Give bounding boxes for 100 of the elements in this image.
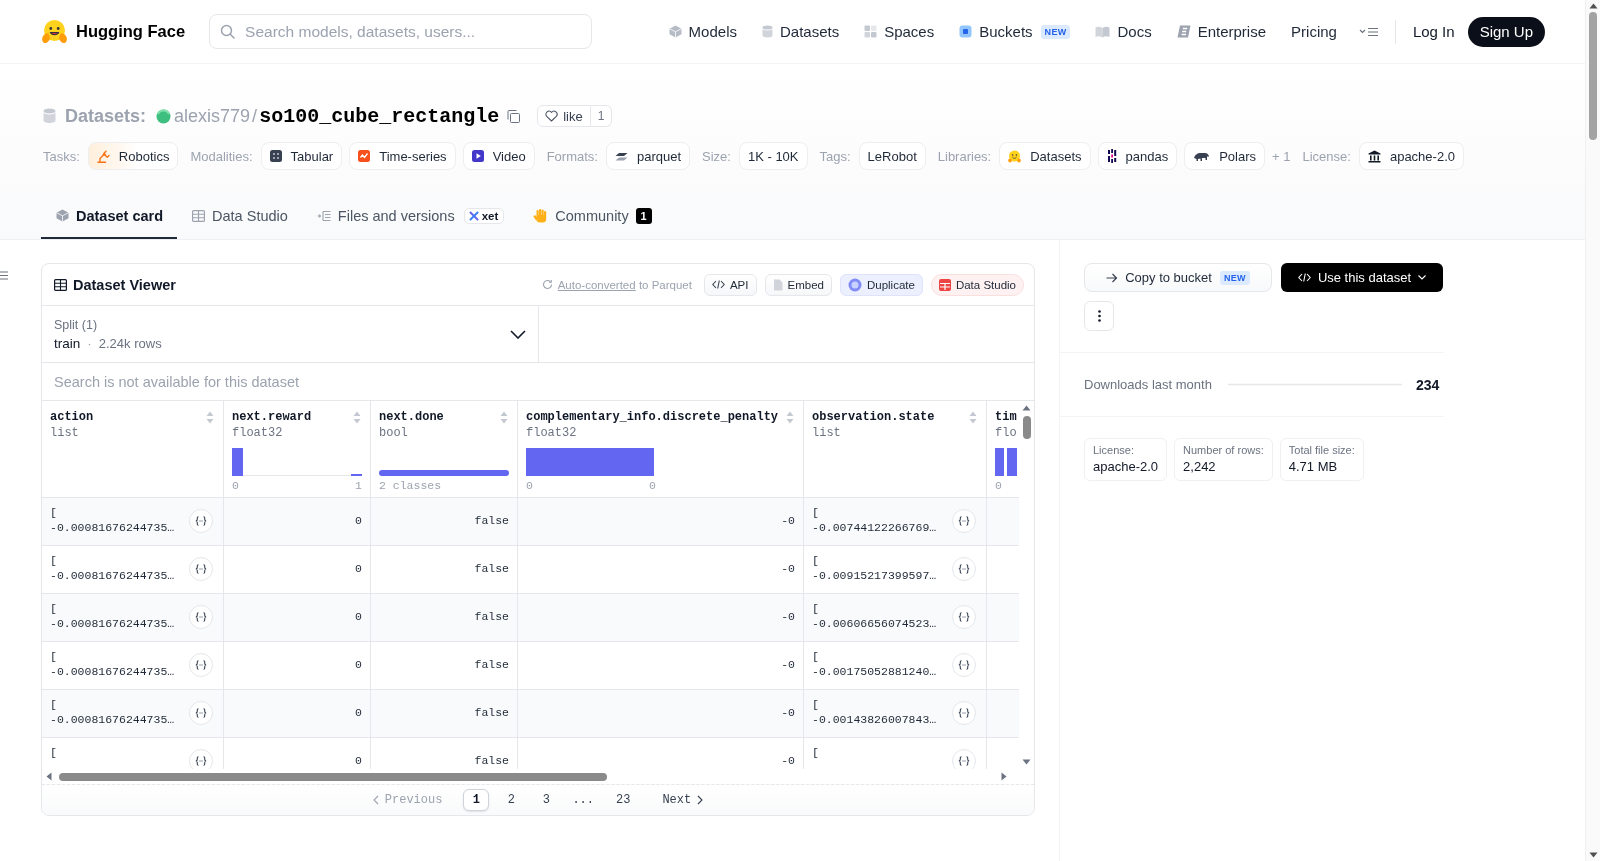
filter-tag[interactable]: Video — [462, 142, 535, 170]
table-icon — [192, 209, 206, 222]
nav-link[interactable]: Buckets NEW — [959, 23, 1071, 40]
braces-icon — [195, 660, 207, 670]
grid-squares-icon — [864, 25, 878, 38]
conversion-note: Auto-converted to Parquet — [557, 278, 692, 291]
table-cell: false — [371, 690, 518, 737]
braces-icon — [958, 516, 970, 526]
page-button[interactable]: 1 — [463, 789, 490, 811]
bars-icon — [1106, 149, 1117, 163]
scroll-up-icon — [1588, 3, 1598, 9]
info-label: License: — [1093, 444, 1135, 456]
tab[interactable]: Community 1 — [518, 194, 666, 239]
page-button[interactable]: 23 — [607, 789, 640, 811]
column-name[interactable]: next.done — [379, 409, 444, 425]
scrollbar-thumb[interactable] — [1589, 12, 1597, 140]
filter-tag[interactable]: 1K - 10K — [738, 142, 808, 170]
sign-up-button[interactable]: Sign Up — [1467, 16, 1545, 47]
scrollbar-thumb[interactable] — [1022, 416, 1031, 439]
avatar-icon — [156, 108, 172, 124]
sort-icon — [206, 410, 214, 424]
view-json-button[interactable] — [952, 653, 976, 677]
column-type: float32 — [526, 426, 577, 440]
hugging-face-icon — [41, 18, 68, 45]
table-cell: -0 — [518, 690, 804, 737]
scrollbar-thumb[interactable] — [59, 772, 607, 781]
heart-icon — [545, 110, 559, 122]
view-json-button[interactable] — [952, 749, 976, 769]
ring-icon — [847, 277, 862, 292]
view-json-button[interactable] — [952, 557, 976, 581]
like-button[interactable]: like — [537, 105, 591, 127]
table-cell-text: [ -0.00744122266769… — [812, 505, 938, 535]
filter-tag[interactable]: Tabular — [260, 142, 343, 170]
filter-tag[interactable]: pandas — [1097, 142, 1178, 170]
book-icon — [1095, 25, 1111, 38]
nav-link[interactable]: Datasets — [761, 23, 840, 40]
view-json-button[interactable] — [952, 701, 976, 725]
use-dataset-button[interactable]: Use this dataset — [1281, 263, 1443, 292]
tab[interactable]: Files and versions xet — [301, 194, 519, 239]
scroll-down-icon — [1022, 759, 1031, 765]
view-json-button[interactable] — [189, 509, 213, 533]
scroll-left-icon — [46, 772, 52, 781]
path-separator: / — [252, 105, 258, 127]
table-cell: 0 — [224, 642, 371, 689]
nav-link[interactable]: Pricing — [1291, 23, 1337, 40]
brand-name[interactable]: Hugging Face — [76, 22, 186, 41]
scroll-up-icon — [1022, 405, 1031, 411]
nav-link[interactable]: Spaces — [864, 23, 935, 40]
view-json-button[interactable] — [189, 749, 213, 769]
robot-arm-icon — [96, 149, 110, 163]
copy-to-bucket-button[interactable]: Copy to bucket NEW — [1084, 263, 1272, 292]
filter-tag[interactable]: Datasets — [999, 142, 1091, 170]
bear-icon — [1193, 151, 1211, 161]
view-json-button[interactable] — [952, 509, 976, 533]
page-button[interactable]: 3 — [533, 789, 560, 811]
nav-link[interactable]: Models — [668, 23, 737, 40]
filter-tag[interactable]: Robotics — [87, 142, 179, 170]
column-name[interactable]: next.reward — [232, 409, 312, 425]
viewer-action-button[interactable]: Duplicate — [839, 273, 923, 296]
slanted-tile-icon — [1176, 25, 1191, 38]
view-json-button[interactable] — [952, 605, 976, 629]
page-button[interactable]: 2 — [498, 789, 525, 811]
viewer-action-button[interactable]: Data Studio — [930, 273, 1024, 296]
column-name[interactable]: complementary_info.discrete_penalty — [526, 409, 779, 425]
tab[interactable]: Data Studio — [177, 194, 302, 239]
column-name[interactable]: observation.state — [812, 409, 935, 425]
table-cell-text: [ -0.00081676244735… — [50, 505, 176, 535]
search-field[interactable]: Search models, datasets, users... — [209, 14, 593, 49]
view-json-button[interactable] — [189, 557, 213, 581]
filter-tag[interactable]: parquet — [605, 142, 691, 170]
nav-link[interactable]: Docs — [1095, 23, 1152, 40]
column-name[interactable]: action — [50, 409, 94, 425]
histogram-label: 0 — [649, 478, 656, 494]
nav-link[interactable]: Enterprise — [1176, 23, 1267, 40]
filter-tag[interactable]: Time-series — [349, 142, 456, 170]
view-json-button[interactable] — [189, 653, 213, 677]
copy-button[interactable] — [507, 109, 521, 123]
sort-icon — [500, 410, 508, 424]
filter-tag[interactable]: apache-2.0 — [1358, 142, 1464, 170]
view-json-button[interactable] — [189, 605, 213, 629]
table-cell-text: [ -0.00175052881240… — [812, 649, 938, 679]
more-menu-button[interactable] — [1358, 26, 1379, 37]
table-cell: -0 — [518, 546, 804, 593]
grid-tile-icon — [269, 150, 282, 162]
viewer-action-button[interactable]: Embed — [764, 273, 832, 296]
column-type: float32 — [232, 426, 283, 440]
scroll-right-icon — [1001, 772, 1007, 781]
column-name[interactable]: tim — [995, 409, 1017, 425]
next-page-button[interactable]: Next — [658, 793, 708, 807]
dataset-name[interactable]: so100_cube_rectangle — [259, 104, 500, 128]
histogram-label: 0 — [995, 478, 1002, 494]
viewer-action-button[interactable]: API — [703, 273, 757, 296]
filter-tag[interactable]: LeRobot — [858, 142, 926, 170]
filter-tag[interactable]: Polars — [1184, 142, 1266, 170]
log-in-link[interactable]: Log In — [1412, 23, 1455, 40]
view-json-button[interactable] — [189, 701, 213, 725]
tab[interactable]: Dataset card — [41, 194, 178, 239]
like-count: 1 — [590, 105, 613, 127]
page-scrollbar[interactable] — [1585, 0, 1600, 861]
code-icon — [1297, 273, 1311, 282]
